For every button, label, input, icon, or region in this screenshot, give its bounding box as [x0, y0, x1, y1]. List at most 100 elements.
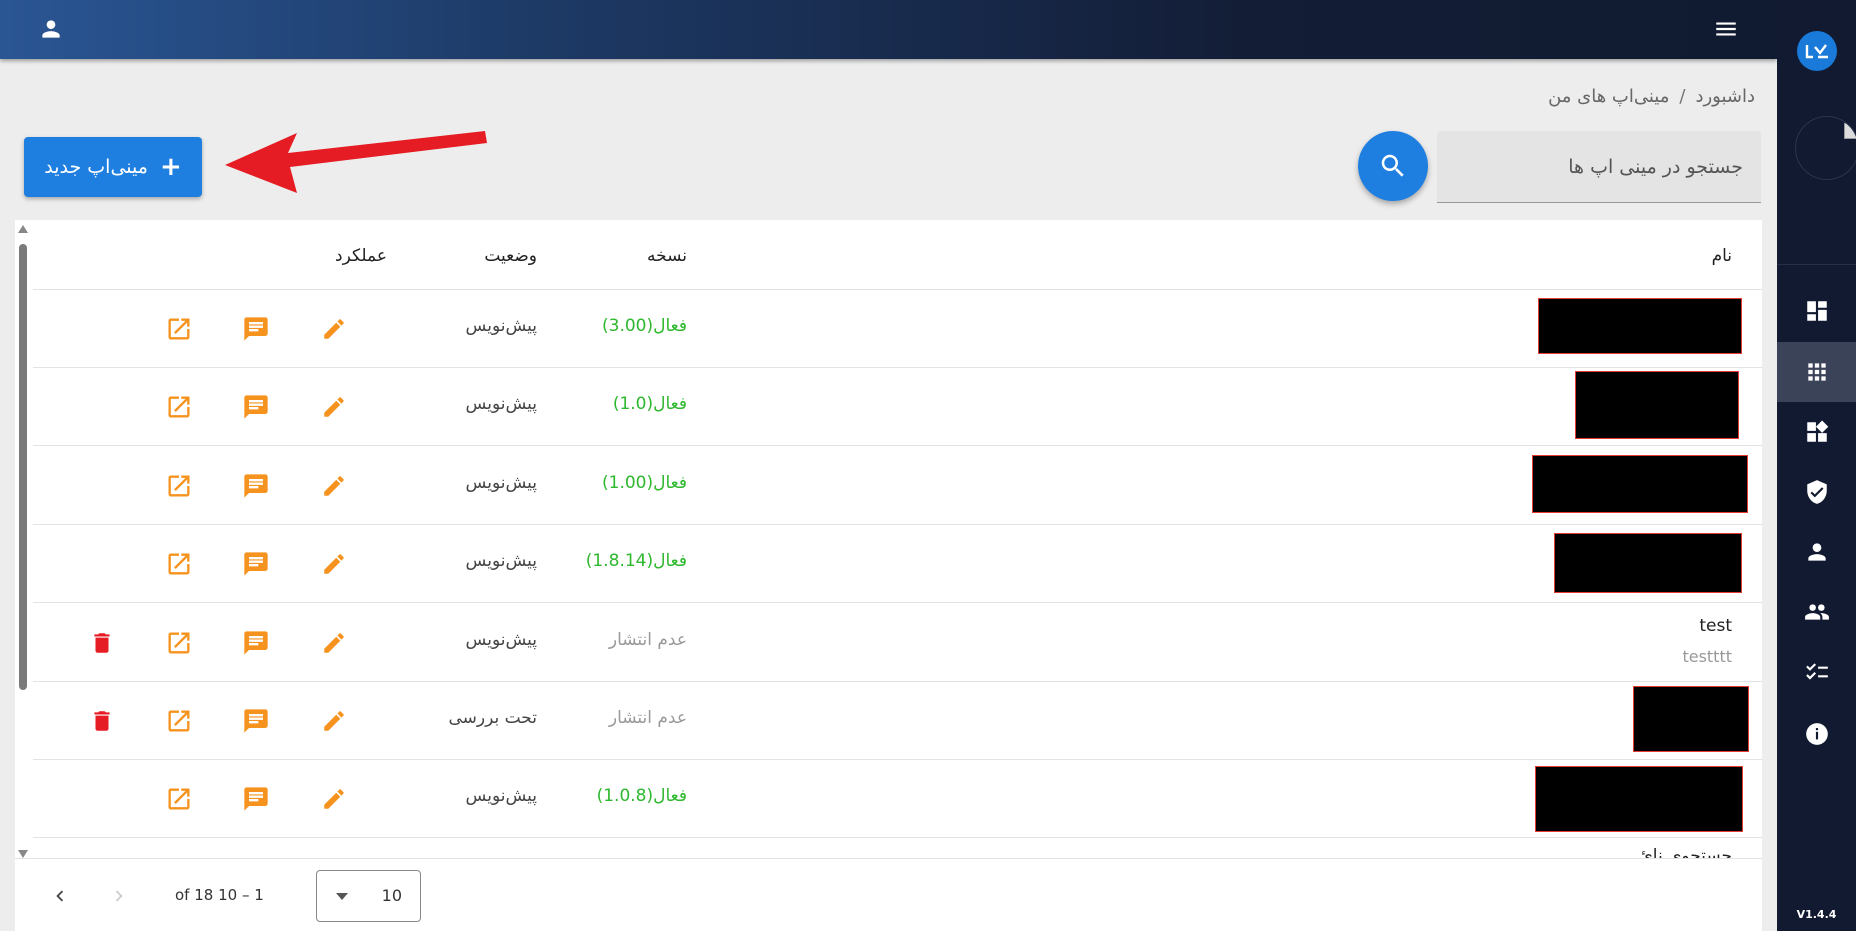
logo-icon	[1805, 44, 1828, 59]
status-cell: پیش‌نویس	[465, 394, 537, 414]
people-icon	[1804, 604, 1829, 620]
menu-toggle-button[interactable]	[1708, 11, 1744, 47]
comments-button[interactable]	[239, 547, 273, 581]
edit-button[interactable]	[317, 704, 351, 738]
redacted-name	[1554, 533, 1742, 593]
comment-icon	[244, 317, 268, 341]
open-in-new-icon	[168, 396, 190, 418]
sidebar-item-dashboard[interactable]	[1777, 281, 1856, 341]
sidebar-item-security[interactable]	[1777, 462, 1856, 522]
scroll-down-icon[interactable]	[18, 850, 28, 858]
comments-button[interactable]	[239, 312, 273, 346]
chevron-right-icon	[115, 890, 123, 902]
version-cell: عدم انتشار	[608, 708, 687, 728]
sidebar-item-info[interactable]	[1777, 704, 1856, 764]
sidebar-item-widgets[interactable]	[1777, 402, 1856, 462]
sidebar-divider	[1777, 264, 1856, 265]
delete-button[interactable]	[85, 704, 119, 738]
table-row[interactable]: test testttt عدم انتشار پیش‌نویس	[33, 604, 1762, 682]
table-row[interactable]: فعال(3.00) پیش‌نویس	[33, 290, 1762, 368]
column-header-name[interactable]: نام	[1712, 246, 1732, 266]
open-external-button[interactable]	[162, 390, 196, 424]
sidebar-item-user[interactable]	[1777, 522, 1856, 582]
comment-icon	[244, 395, 268, 419]
page-size-value: 10	[381, 886, 402, 905]
open-in-new-icon	[168, 632, 190, 654]
comments-button[interactable]	[239, 469, 273, 503]
pencil-icon	[324, 789, 344, 809]
table-row[interactable]: عدم انتشار تحت بررسی	[33, 682, 1762, 760]
table-header: نام نسخه وضعیت عملکرد	[33, 222, 1762, 290]
sidebar-item-tasks[interactable]	[1777, 642, 1856, 702]
table-scrollbar[interactable]	[15, 222, 29, 858]
sidebar-item-miniapps[interactable]	[1777, 342, 1856, 402]
app-version: V1.4.4	[1796, 908, 1837, 921]
search-icon	[1381, 154, 1404, 177]
comments-button[interactable]	[239, 390, 273, 424]
column-header-status[interactable]: وضعیت	[484, 246, 537, 266]
miniapp-name: test	[1699, 616, 1732, 636]
new-miniapp-button[interactable]: + مینی‌اپ جدید	[24, 137, 202, 197]
delete-button[interactable]	[85, 626, 119, 660]
next-page-button[interactable]	[102, 879, 136, 913]
open-in-new-icon	[168, 710, 190, 732]
edit-button[interactable]	[317, 782, 351, 816]
sidebar-item-users[interactable]	[1777, 582, 1856, 642]
app-logo[interactable]	[1797, 31, 1837, 71]
comments-button[interactable]	[239, 704, 273, 738]
comment-icon	[244, 474, 268, 498]
comment-icon	[244, 631, 268, 655]
pencil-icon	[324, 554, 344, 574]
search-input[interactable]	[1437, 131, 1761, 202]
previous-page-button[interactable]	[43, 879, 77, 913]
table-row[interactable]: فعال(1.8.14) پیش‌نویس	[33, 525, 1762, 603]
scroll-up-icon[interactable]	[18, 225, 28, 233]
table-row[interactable]: فعال(1.0) پیش‌نویس	[33, 368, 1762, 446]
open-in-new-icon	[168, 553, 190, 575]
miniapp-name: جستجوی نائ	[1639, 846, 1733, 858]
edit-button[interactable]	[317, 390, 351, 424]
open-in-new-icon	[168, 475, 190, 497]
column-header-actions: عملکرد	[335, 246, 387, 266]
open-external-button[interactable]	[162, 626, 196, 660]
table-row[interactable]: فعال(1.0.8) پیش‌نویس	[33, 760, 1762, 838]
edit-button[interactable]	[317, 469, 351, 503]
open-external-button[interactable]	[162, 782, 196, 816]
checklist-icon	[1805, 663, 1828, 680]
comment-icon	[244, 552, 268, 576]
page-size-select[interactable]: 10	[316, 870, 421, 922]
dashboard-icon	[1806, 301, 1827, 321]
breadcrumb-home[interactable]: داشبورد	[1695, 86, 1755, 107]
open-external-button[interactable]	[162, 704, 196, 738]
status-cell: پیش‌نویس	[465, 473, 537, 493]
status-cell: تحت بررسی	[448, 708, 537, 728]
open-external-button[interactable]	[162, 547, 196, 581]
table-row[interactable]: جستجوی نائ	[33, 838, 1762, 858]
top-app-bar	[0, 0, 1777, 59]
pencil-icon	[324, 633, 344, 653]
open-external-button[interactable]	[162, 312, 196, 346]
chevron-down-icon	[336, 893, 348, 900]
version-cell: فعال(1.8.14)	[585, 551, 687, 571]
edit-button[interactable]	[317, 312, 351, 346]
apps-grid-icon	[1807, 363, 1826, 381]
edit-button[interactable]	[317, 626, 351, 660]
miniapp-description: testttt	[1682, 647, 1732, 666]
column-header-version[interactable]: نسخه	[647, 246, 687, 266]
account-button[interactable]	[34, 12, 68, 46]
scroll-thumb[interactable]	[19, 244, 27, 690]
table-row[interactable]: فعال(1.00) پیش‌نویس	[33, 447, 1762, 525]
trash-icon	[94, 711, 110, 731]
person-icon	[1807, 543, 1826, 561]
pencil-icon	[324, 711, 344, 731]
version-cell: عدم انتشار	[608, 630, 687, 650]
comments-button[interactable]	[239, 782, 273, 816]
edit-button[interactable]	[317, 547, 351, 581]
open-external-button[interactable]	[162, 469, 196, 503]
redacted-name	[1532, 455, 1748, 513]
comments-button[interactable]	[239, 626, 273, 660]
breadcrumb-separator: /	[1679, 86, 1686, 107]
profile-avatar[interactable]	[1795, 116, 1856, 180]
hamburger-icon	[1716, 22, 1736, 36]
search-button[interactable]	[1358, 131, 1428, 201]
